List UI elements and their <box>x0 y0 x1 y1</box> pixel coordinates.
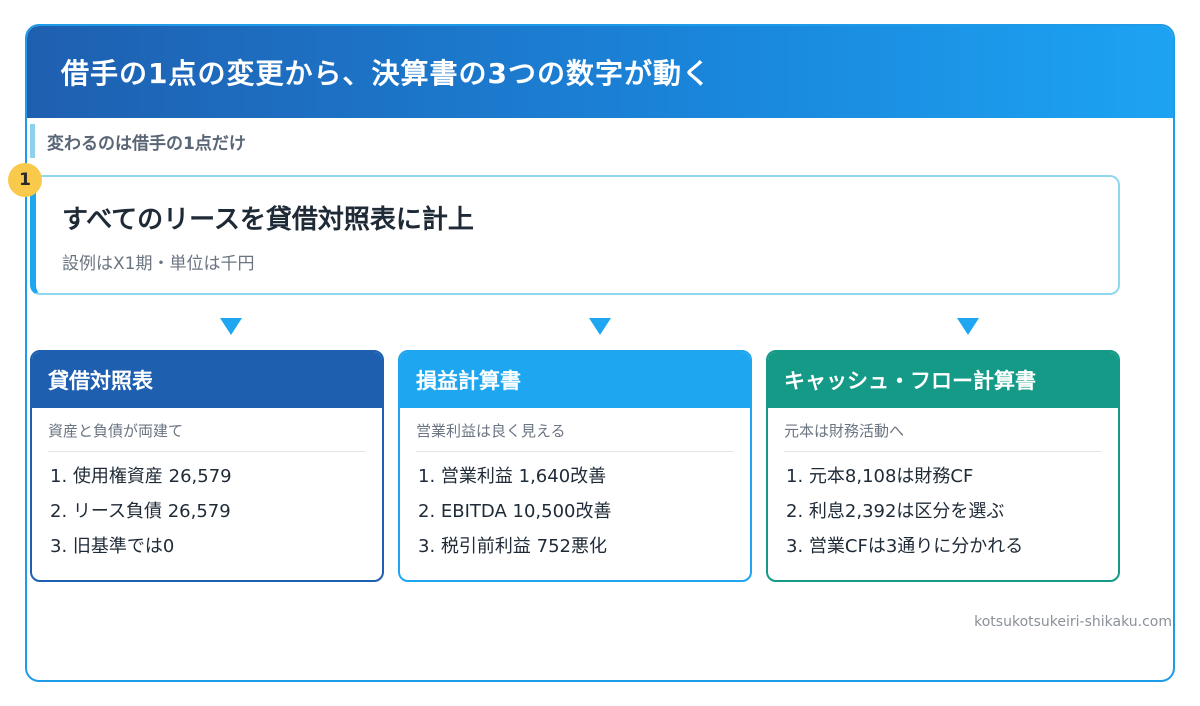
list-item: 2. リース負債 26,579 <box>50 501 231 522</box>
box-subtitle: 元本は財務活動へ <box>784 420 1102 452</box>
cash-flow-statement-box: キャッシュ・フロー計算書 元本は財務活動へ 1. 元本8,108は財務CF 2.… <box>766 350 1120 582</box>
box-title: 損益計算書 <box>400 352 750 408</box>
step-card: 1 すべてのリースを貸借対照表に計上 設例はX1期・単位は千円 <box>8 163 1120 295</box>
list-item: 2. 利息2,392は区分を選ぶ <box>786 501 1005 522</box>
box-subtitle: 営業利益は良く見える <box>416 420 734 452</box>
page-title: 借手の1点の変更から、決算書の3つの数字が動く <box>61 57 711 90</box>
header-banner: 借手の1点の変更から、決算書の3つの数字が動く <box>27 26 1173 118</box>
down-arrow-icon <box>957 318 979 335</box>
down-arrow-icon <box>589 318 611 335</box>
list-item: 1. 使用権資産 26,579 <box>50 466 232 487</box>
down-arrow-icon <box>220 318 242 335</box>
list-item: 3. 営業CFは3通りに分かれる <box>786 536 1024 557</box>
balance-sheet-box: 貸借対照表 資産と負債が両建て 1. 使用権資産 26,579 2. リース負債… <box>30 350 384 582</box>
list-item: 2. EBITDA 10,500改善 <box>418 501 612 522</box>
box-title: 貸借対照表 <box>32 352 382 408</box>
step-number-badge: 1 <box>8 163 42 197</box>
income-statement-box: 損益計算書 営業利益は良く見える 1. 営業利益 1,640改善 2. EBIT… <box>398 350 752 582</box>
list-item: 3. 税引前利益 752悪化 <box>418 536 607 557</box>
box-item-list: 1. 営業利益 1,640改善 2. EBITDA 10,500改善 3. 税引… <box>418 464 611 569</box>
section-label: 変わるのは借手の1点だけ <box>30 124 246 158</box>
box-title: キャッシュ・フロー計算書 <box>768 352 1118 408</box>
footer-site-url: kotsukotsukeiri-shikaku.com <box>974 614 1172 630</box>
step-title: すべてのリースを貸借対照表に計上 <box>62 205 474 235</box>
list-item: 1. 営業利益 1,640改善 <box>418 466 607 487</box>
box-item-list: 1. 使用権資産 26,579 2. リース負債 26,579 3. 旧基準では… <box>50 464 232 569</box>
box-subtitle: 資産と負債が両建て <box>48 420 366 452</box>
box-item-list: 1. 元本8,108は財務CF 2. 利息2,392は区分を選ぶ 3. 営業CF… <box>786 464 1023 569</box>
list-item: 3. 旧基準では0 <box>50 536 175 557</box>
step-subtitle: 設例はX1期・単位は千円 <box>62 254 255 274</box>
list-item: 1. 元本8,108は財務CF <box>786 466 974 487</box>
